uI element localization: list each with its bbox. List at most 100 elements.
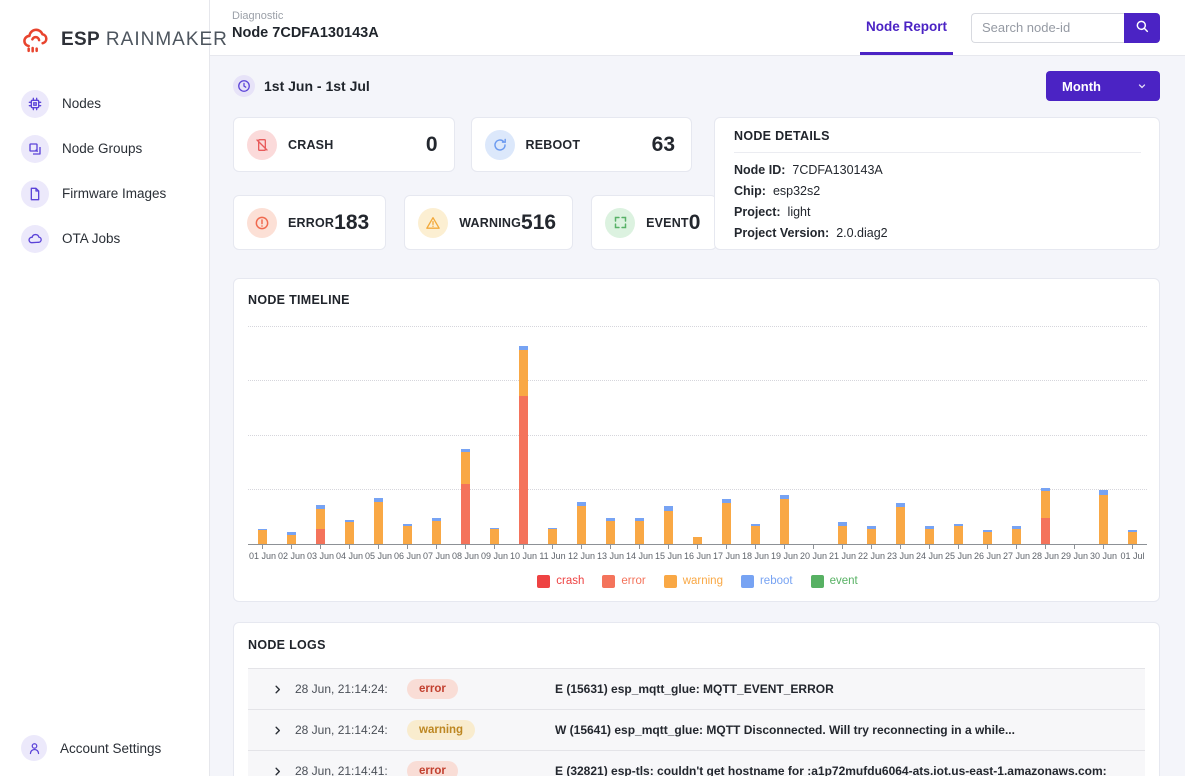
x-label: 14 Jun bbox=[625, 551, 654, 561]
segment-warning bbox=[577, 506, 586, 544]
timeline-chart: 01 Jun02 Jun03 Jun04 Jun05 Jun06 Jun07 J… bbox=[248, 325, 1147, 589]
stacked-bar bbox=[954, 524, 963, 544]
segment-warning bbox=[519, 350, 528, 396]
sidebar-item-ota-jobs[interactable]: OTA Jobs bbox=[0, 216, 209, 261]
brand-rainmaker: RAINMAKER bbox=[106, 29, 228, 51]
bars bbox=[248, 325, 1147, 544]
stacked-bar bbox=[693, 537, 702, 544]
event-icon bbox=[605, 208, 635, 238]
node-groups-icon bbox=[21, 135, 49, 163]
log-row[interactable]: 28 Jun, 21:14:24:warningW (15641) esp_mq… bbox=[248, 710, 1145, 751]
person-icon bbox=[21, 735, 47, 761]
x-tick bbox=[1074, 545, 1075, 549]
x-tick bbox=[552, 545, 553, 549]
log-row[interactable]: 28 Jun, 21:14:41:errorE (32821) esp-tls:… bbox=[248, 751, 1145, 776]
bar-slot-06-jun bbox=[393, 325, 422, 544]
sidebar-item-firmware-images[interactable]: Firmware Images bbox=[0, 171, 209, 216]
stat-label: WARNING bbox=[459, 216, 521, 230]
stat-value: 0 bbox=[689, 211, 701, 235]
content: 1st Jun - 1st Jul Month CRASH0REBOOT63 E… bbox=[210, 56, 1185, 776]
period-label: Month bbox=[1062, 79, 1101, 94]
stacked-bar bbox=[635, 518, 644, 544]
x-tick bbox=[871, 545, 872, 549]
stat-value: 0 bbox=[426, 133, 438, 157]
x-label: 03 Jun bbox=[306, 551, 335, 561]
log-row[interactable]: 28 Jun, 21:14:24:errorE (15631) esp_mqtt… bbox=[248, 669, 1145, 710]
stacked-bar bbox=[606, 518, 615, 544]
x-tick bbox=[494, 545, 495, 549]
sidebar-item-node-groups[interactable]: Node Groups bbox=[0, 126, 209, 171]
x-label: 25 Jun bbox=[944, 551, 973, 561]
x-label: 27 Jun bbox=[1002, 551, 1031, 561]
stats-row-2: ERROR183WARNING516EVENT0 bbox=[233, 195, 692, 250]
chart-legend: crasherrorwarningrebootevent bbox=[248, 573, 1147, 589]
date-range: 1st Jun - 1st Jul bbox=[264, 78, 370, 94]
segment-warning bbox=[287, 535, 296, 544]
legend-item-reboot: reboot bbox=[741, 575, 793, 588]
bar-slot-08-jun bbox=[451, 325, 480, 544]
detail-label: Project: bbox=[734, 205, 781, 219]
stacked-bar bbox=[548, 528, 557, 544]
detail-value: 7CDFA130143A bbox=[792, 163, 882, 177]
stacked-bar bbox=[722, 499, 731, 544]
x-slot: 28 Jun bbox=[1031, 545, 1060, 561]
stat-value: 516 bbox=[521, 211, 556, 235]
segment-warning bbox=[548, 529, 557, 544]
segment-error bbox=[461, 484, 470, 544]
x-label: 07 Jun bbox=[422, 551, 451, 561]
x-slot: 15 Jun bbox=[654, 545, 683, 561]
detail-chip-: Chip:esp32s2 bbox=[734, 181, 1141, 202]
node-timeline-title: NODE TIMELINE bbox=[248, 293, 350, 307]
stat-cards: CRASH0REBOOT63 ERROR183WARNING516EVENT0 bbox=[233, 117, 692, 250]
x-slot: 08 Jun bbox=[451, 545, 480, 561]
legend-swatch bbox=[664, 575, 677, 588]
bar-slot-12-jun bbox=[567, 325, 596, 544]
chart-plot bbox=[248, 325, 1147, 545]
x-slot: 30 Jun bbox=[1089, 545, 1118, 561]
sidebar-item-nodes[interactable]: Nodes bbox=[0, 81, 209, 126]
stacked-bar bbox=[664, 506, 673, 544]
chevron-right-icon[interactable] bbox=[272, 766, 283, 776]
x-label: 28 Jun bbox=[1031, 551, 1060, 561]
stat-label: ERROR bbox=[288, 216, 334, 230]
stacked-bar bbox=[1012, 526, 1021, 544]
chevron-right-icon[interactable] bbox=[272, 725, 283, 736]
log-timestamp: 28 Jun, 21:14:24: bbox=[295, 682, 407, 696]
x-label: 30 Jun bbox=[1089, 551, 1118, 561]
stat-label: CRASH bbox=[288, 138, 333, 152]
segment-warning bbox=[1041, 491, 1050, 518]
legend-swatch bbox=[811, 575, 824, 588]
x-slot: 09 Jun bbox=[480, 545, 509, 561]
bar-slot-24-jun bbox=[915, 325, 944, 544]
stats-and-details: CRASH0REBOOT63 ERROR183WARNING516EVENT0 … bbox=[233, 117, 1160, 250]
x-slot: 19 Jun bbox=[770, 545, 799, 561]
stat-value: 63 bbox=[652, 133, 675, 157]
x-label: 21 Jun bbox=[828, 551, 857, 561]
stacked-bar bbox=[925, 526, 934, 544]
detail-label: Chip: bbox=[734, 184, 766, 198]
segment-warning bbox=[374, 502, 383, 544]
x-tick bbox=[639, 545, 640, 549]
period-dropdown[interactable]: Month bbox=[1046, 71, 1160, 101]
bar-slot-21-jun bbox=[828, 325, 857, 544]
x-label: 01 Jul bbox=[1118, 551, 1147, 561]
bar-slot-26-jun bbox=[973, 325, 1002, 544]
search-input[interactable] bbox=[971, 13, 1124, 43]
bar-slot-20-jun bbox=[799, 325, 828, 544]
legend-label: error bbox=[621, 575, 645, 587]
segment-warning bbox=[693, 537, 702, 544]
stat-value: 183 bbox=[334, 211, 369, 235]
x-slot: 18 Jun bbox=[741, 545, 770, 561]
x-slot: 25 Jun bbox=[944, 545, 973, 561]
node-timeline-panel: NODE TIMELINE 01 Jun02 Jun03 Jun04 Jun05… bbox=[233, 278, 1160, 602]
rainmaker-cloud-icon bbox=[17, 24, 55, 56]
chevron-right-icon[interactable] bbox=[272, 684, 283, 695]
toolbar-row: 1st Jun - 1st Jul Month bbox=[233, 71, 1160, 101]
tab-node-report[interactable]: Node Report bbox=[860, 0, 953, 55]
search-button[interactable] bbox=[1124, 13, 1160, 43]
bar-slot-01-jun bbox=[248, 325, 277, 544]
legend-item-warning: warning bbox=[664, 575, 723, 588]
detail-label: Project Version: bbox=[734, 226, 829, 240]
stacked-bar bbox=[838, 522, 847, 544]
sidebar-item-account-settings[interactable]: Account Settings bbox=[0, 726, 161, 770]
